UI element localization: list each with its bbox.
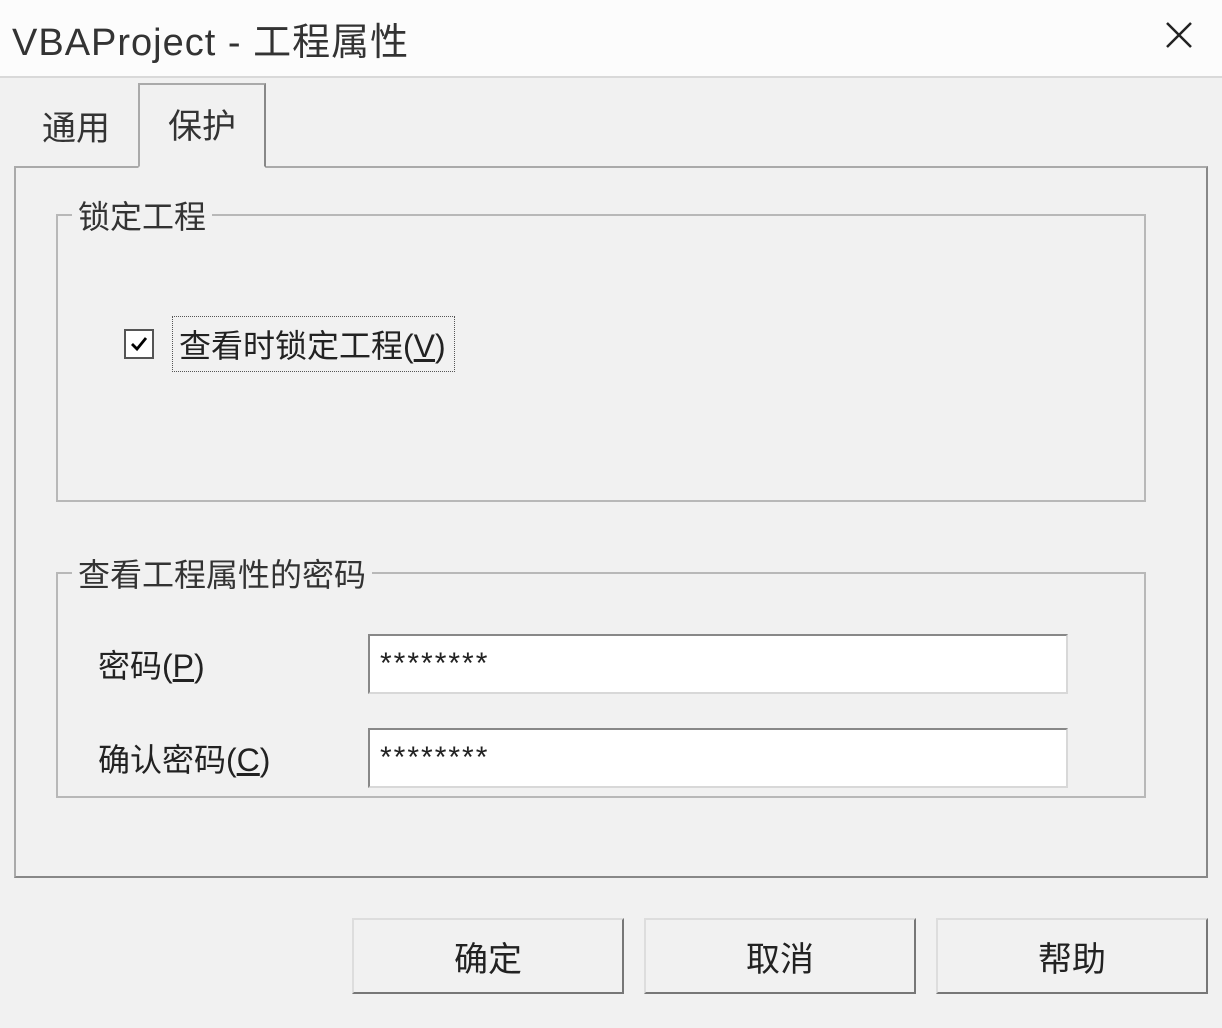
label-hotkey: C — [237, 742, 260, 778]
confirm-password-label: 确认密码(C) — [98, 735, 368, 781]
tab-protect[interactable]: 保护 — [138, 83, 266, 168]
dialog-content: 通用 保护 锁定工程 查看时锁定工程(V) 查看工程属性的密码 密码(P) — [0, 78, 1222, 1028]
group-lock-project: 锁定工程 查看时锁定工程(V) — [56, 192, 1146, 502]
confirm-password-row: 确认密码(C) — [58, 728, 1144, 788]
password-input[interactable] — [368, 634, 1068, 694]
tabs: 通用 保护 — [14, 78, 1208, 166]
label-text: 查看时锁定工程( — [179, 328, 414, 364]
group-password-legend: 查看工程属性的密码 — [72, 550, 372, 596]
checkmark-icon — [129, 334, 149, 354]
label-text: 密码( — [98, 648, 173, 684]
help-button[interactable]: 帮助 — [936, 918, 1208, 994]
confirm-password-input[interactable] — [368, 728, 1068, 788]
tab-general[interactable]: 通用 — [14, 87, 138, 168]
label-text: ) — [194, 648, 205, 684]
group-password: 查看工程属性的密码 密码(P) 确认密码(C) — [56, 550, 1146, 798]
label-hotkey: V — [414, 328, 435, 364]
ok-button[interactable]: 确定 — [352, 918, 624, 994]
lock-checkbox-row: 查看时锁定工程(V) — [124, 316, 1144, 372]
label-text: ) — [435, 328, 446, 364]
password-row: 密码(P) — [58, 634, 1144, 694]
titlebar: VBAProject - 工程属性 — [0, 0, 1222, 78]
dialog-buttons: 确定 取消 帮助 — [352, 918, 1208, 994]
label-text: 确认密码( — [98, 742, 237, 778]
lock-project-label[interactable]: 查看时锁定工程(V) — [172, 316, 455, 372]
label-hotkey: P — [173, 648, 194, 684]
window-title: VBAProject - 工程属性 — [12, 11, 409, 66]
lock-project-checkbox[interactable] — [124, 329, 154, 359]
close-icon[interactable] — [1156, 19, 1202, 57]
cancel-button[interactable]: 取消 — [644, 918, 916, 994]
group-lock-legend: 锁定工程 — [72, 192, 212, 238]
tab-panel-protect: 锁定工程 查看时锁定工程(V) 查看工程属性的密码 密码(P) 确 — [14, 166, 1208, 878]
label-text: ) — [260, 742, 271, 778]
password-label: 密码(P) — [98, 641, 368, 687]
